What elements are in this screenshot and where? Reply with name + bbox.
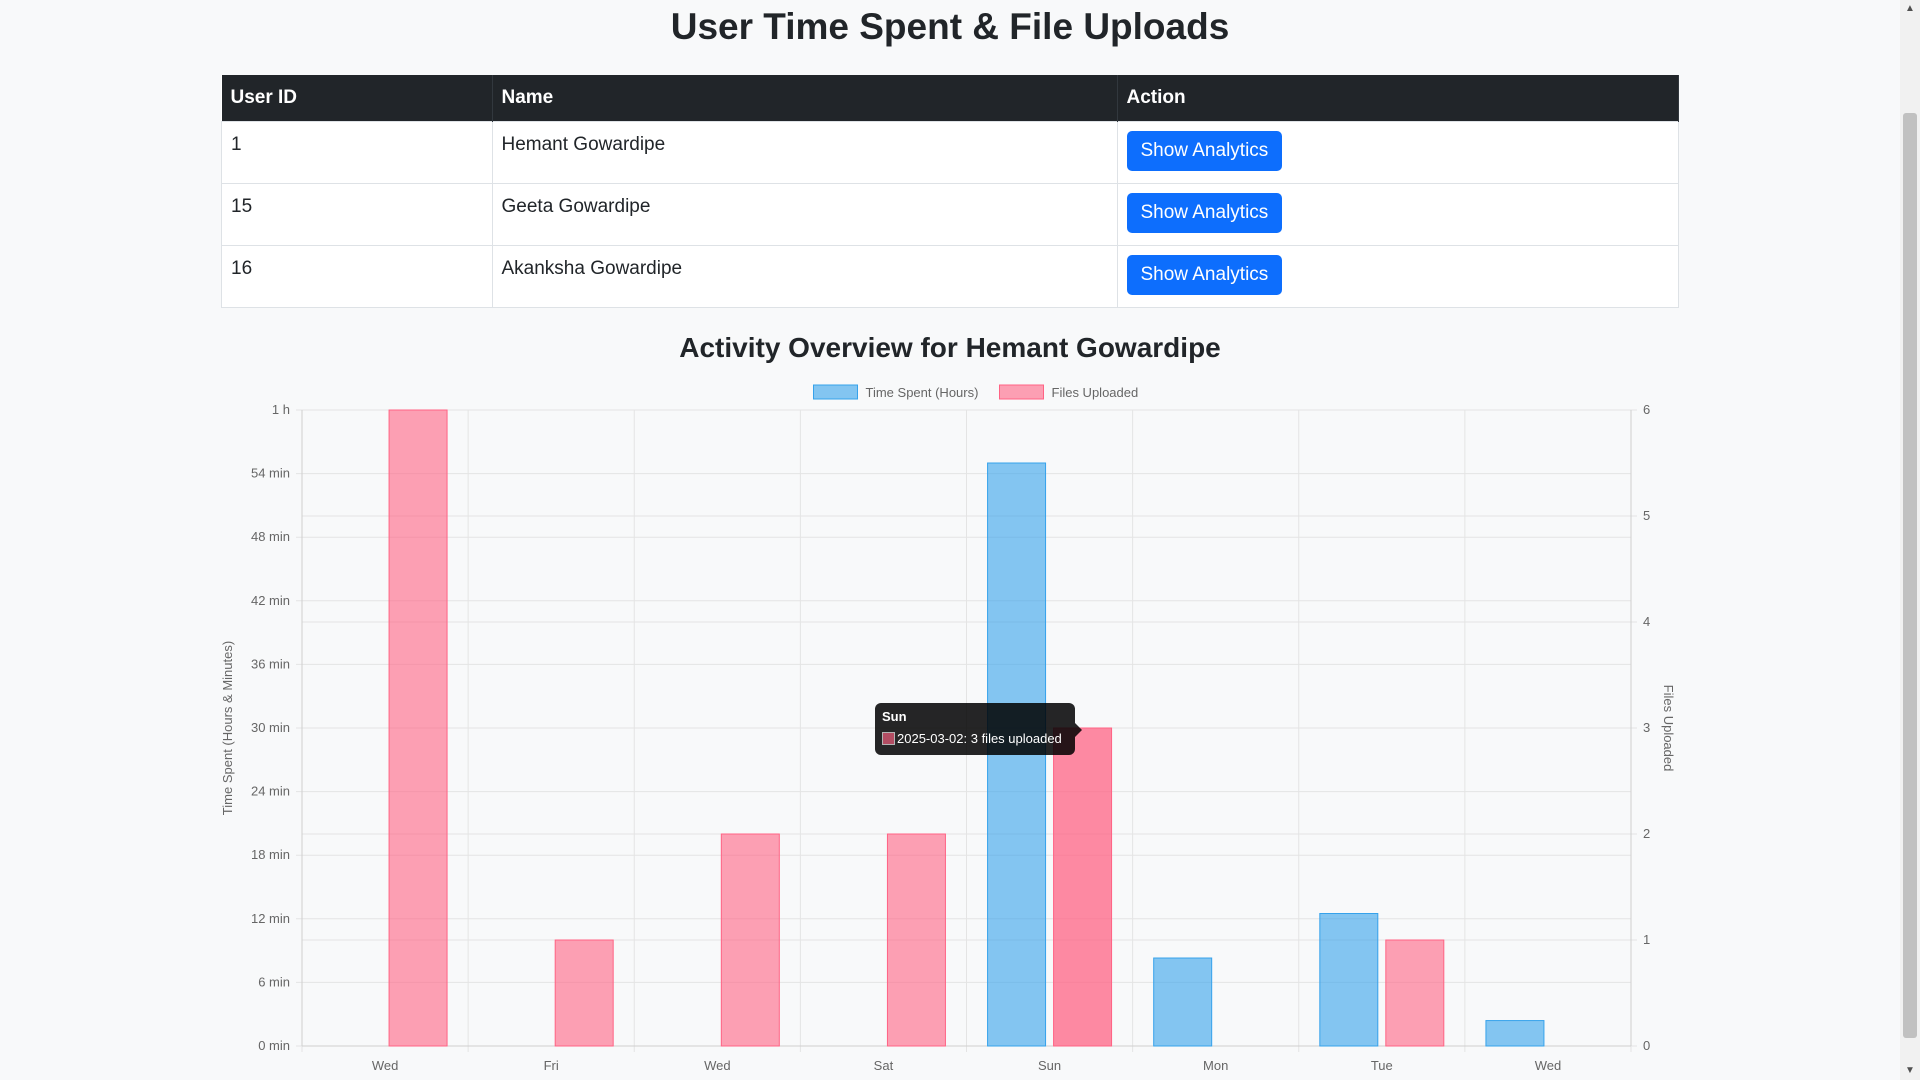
y-tick-label: 36 min bbox=[251, 656, 290, 671]
tooltip-color-swatch bbox=[882, 732, 895, 745]
table-header-row: User ID Name Action bbox=[221, 75, 1679, 122]
bar-files-uploaded bbox=[554, 939, 614, 1047]
bar-files-uploaded bbox=[1385, 939, 1445, 1047]
y2-axis-title: Files Uploaded bbox=[1661, 685, 1676, 772]
column-header-action: Action bbox=[1117, 75, 1679, 122]
y-tick-label: 6 min bbox=[258, 974, 290, 989]
action-cell: Show Analytics bbox=[1116, 245, 1679, 308]
column-header-name: Name bbox=[492, 75, 1118, 122]
users-table: User ID Name Action 1 Hemant Gowardipe S… bbox=[221, 75, 1679, 308]
scroll-up-arrow-icon[interactable]: ▲ bbox=[1903, 2, 1917, 16]
scroll-down-arrow-icon[interactable]: ▼ bbox=[1903, 1064, 1917, 1078]
show-analytics-button[interactable]: Show Analytics bbox=[1126, 193, 1283, 233]
x-tick-label: Sun bbox=[1038, 1058, 1061, 1073]
user-id-cell: 15 bbox=[221, 183, 493, 246]
table-row: 16 Akanksha Gowardipe Show Analytics bbox=[221, 245, 1679, 308]
legend-swatch bbox=[999, 384, 1044, 400]
y-tick-label: 42 min bbox=[251, 593, 290, 608]
bar-time-spent bbox=[1153, 957, 1213, 1047]
legend-swatch bbox=[813, 384, 858, 400]
legend-label: Time Spent (Hours) bbox=[866, 385, 979, 400]
tooltip-title: Sun bbox=[882, 709, 907, 724]
bar-time-spent bbox=[1485, 1020, 1545, 1047]
bar-time-spent bbox=[1319, 913, 1379, 1047]
y2-tick-label: 6 bbox=[1643, 402, 1650, 417]
user-id-cell: 1 bbox=[221, 121, 493, 184]
y-tick-label: 54 min bbox=[251, 466, 290, 481]
user-name-cell: Hemant Gowardipe bbox=[491, 121, 1118, 184]
bar-files-uploaded bbox=[1053, 727, 1113, 1047]
x-tick-label: Mon bbox=[1203, 1058, 1228, 1073]
user-name-cell: Geeta Gowardipe bbox=[491, 183, 1118, 246]
x-tick-label: Fri bbox=[544, 1058, 559, 1073]
bar-files-uploaded bbox=[886, 833, 946, 1047]
y2-tick-label: 1 bbox=[1643, 932, 1650, 947]
page-title: User Time Spent & File Uploads bbox=[670, 6, 1230, 47]
action-cell: Show Analytics bbox=[1116, 121, 1679, 184]
y-tick-label: 48 min bbox=[251, 529, 290, 544]
bar-files-uploaded bbox=[388, 409, 448, 1047]
y2-tick-label: 5 bbox=[1643, 508, 1650, 523]
legend-label: Files Uploaded bbox=[1052, 385, 1139, 400]
y-tick-label: 12 min bbox=[251, 911, 290, 926]
y-axis-title: Time Spent (Hours & Minutes) bbox=[220, 641, 235, 815]
chart-title: Activity Overview for Hemant Gowardipe bbox=[679, 332, 1221, 363]
x-tick-label: Wed bbox=[1535, 1058, 1562, 1073]
bar-files-uploaded bbox=[720, 833, 780, 1047]
show-analytics-button[interactable]: Show Analytics bbox=[1126, 131, 1283, 171]
y-tick-label: 18 min bbox=[251, 847, 290, 862]
show-analytics-button[interactable]: Show Analytics bbox=[1126, 255, 1283, 295]
y2-tick-label: 4 bbox=[1643, 614, 1650, 629]
tooltip-caret bbox=[1075, 723, 1082, 737]
table-row: 1 Hemant Gowardipe Show Analytics bbox=[221, 121, 1679, 184]
y2-tick-label: 3 bbox=[1643, 720, 1650, 735]
y-tick-label: 24 min bbox=[251, 784, 290, 799]
x-tick-label: Tue bbox=[1371, 1058, 1393, 1073]
y-tick-label: 0 min bbox=[258, 1038, 290, 1053]
user-name-cell: Akanksha Gowardipe bbox=[491, 245, 1118, 308]
x-tick-label: Sat bbox=[874, 1058, 894, 1073]
y2-tick-label: 2 bbox=[1643, 826, 1650, 841]
scrollbar-thumb[interactable] bbox=[1903, 113, 1917, 1038]
y2-tick-label: 0 bbox=[1643, 1038, 1650, 1053]
column-header-user-id: User ID bbox=[221, 75, 493, 122]
x-tick-label: Wed bbox=[704, 1058, 731, 1073]
chart-tooltip: Sun 2025-03-02: 3 files uploaded bbox=[875, 703, 1082, 755]
user-id-cell: 16 bbox=[221, 245, 493, 308]
action-cell: Show Analytics bbox=[1116, 183, 1679, 246]
tooltip-body: 2025-03-02: 3 files uploaded bbox=[897, 731, 1062, 746]
table-row: 15 Geeta Gowardipe Show Analytics bbox=[221, 183, 1679, 246]
y-tick-label: 30 min bbox=[251, 720, 290, 735]
y-tick-label: 1 h bbox=[272, 402, 290, 417]
x-tick-label: Wed bbox=[372, 1058, 399, 1073]
